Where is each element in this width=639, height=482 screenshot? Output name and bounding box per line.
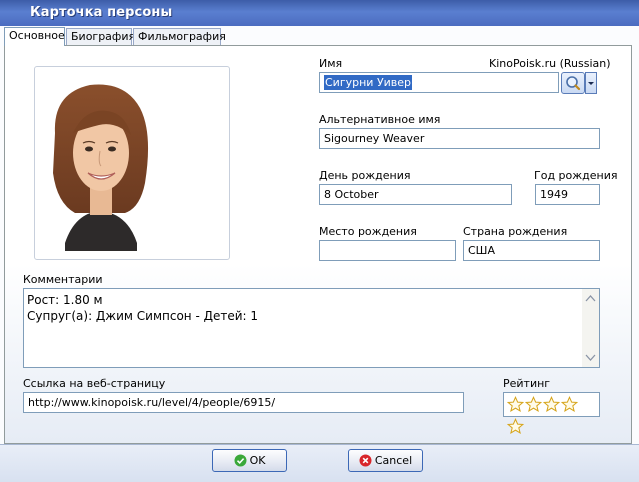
comments-line: Супруг(а): Джим Симпсон - Детей: 1 (27, 309, 259, 323)
star-icon[interactable] (543, 395, 560, 414)
source-dropdown-button[interactable] (585, 72, 597, 94)
birthday-label: День рождения (319, 169, 411, 182)
star-icon[interactable] (507, 417, 524, 436)
birthplace-field[interactable] (319, 240, 456, 261)
url-label: Ссылка на веб-страницу (23, 377, 166, 390)
source-label: KinoPoisk.ru (Russian) (489, 57, 611, 70)
x-circle-icon (359, 454, 372, 466)
title-bar[interactable]: Карточка персоны (0, 0, 639, 26)
magnifier-icon (566, 76, 581, 91)
comments-textarea[interactable]: Рост: 1.80 м Супруг(а): Джим Симпсон - Д… (23, 288, 600, 368)
url-field[interactable]: http://www.kinopoisk.ru/level/4/people/6… (23, 392, 464, 413)
tab-main[interactable]: Основное (4, 27, 65, 46)
footer-divider (0, 444, 639, 445)
check-icon (234, 454, 247, 466)
tab-biography[interactable]: Биография (66, 28, 135, 45)
rating-label: Рейтинг (503, 377, 551, 390)
cancel-button[interactable]: Cancel (348, 449, 423, 472)
comments-line: Рост: 1.80 м (27, 293, 103, 307)
scroll-down-icon[interactable] (584, 351, 597, 364)
scroll-up-icon[interactable] (584, 292, 597, 305)
ok-label: OK (249, 454, 266, 467)
name-field[interactable]: Сигурни Уивер (319, 72, 559, 93)
ok-button[interactable]: OK (212, 449, 287, 472)
tab-filmography[interactable]: Фильмография (133, 28, 226, 45)
birthplace-label: Место рождения (319, 225, 417, 238)
chevron-down-icon (588, 82, 594, 85)
cancel-label: Cancel (374, 454, 413, 467)
name-label: Имя (319, 57, 343, 70)
alt-name-field[interactable]: Sigourney Weaver (319, 128, 600, 149)
person-photo (45, 73, 155, 251)
star-icon[interactable] (561, 395, 578, 414)
country-field[interactable]: США (463, 240, 600, 261)
comments-label: Комментарии (23, 273, 103, 286)
dialog-footer (0, 444, 639, 482)
birth-year-field[interactable]: 1949 (535, 184, 600, 205)
star-icon[interactable] (507, 395, 524, 414)
name-value: Сигурни Уивер (324, 75, 413, 90)
birth-year-label: Год рождения (534, 169, 618, 182)
country-label: Страна рождения (463, 225, 568, 238)
comments-scrollbar[interactable] (582, 289, 599, 367)
search-button[interactable] (561, 72, 585, 94)
person-card-window: Карточка персоны Основное Биография Филь… (0, 0, 639, 482)
star-icon[interactable] (525, 395, 542, 414)
window-title: Карточка персоны (30, 5, 173, 20)
rating-control[interactable] (503, 392, 600, 435)
birthday-field[interactable]: 8 October (319, 184, 512, 205)
photo-frame[interactable] (34, 66, 230, 260)
alt-name-label: Альтернативное имя (319, 113, 441, 126)
